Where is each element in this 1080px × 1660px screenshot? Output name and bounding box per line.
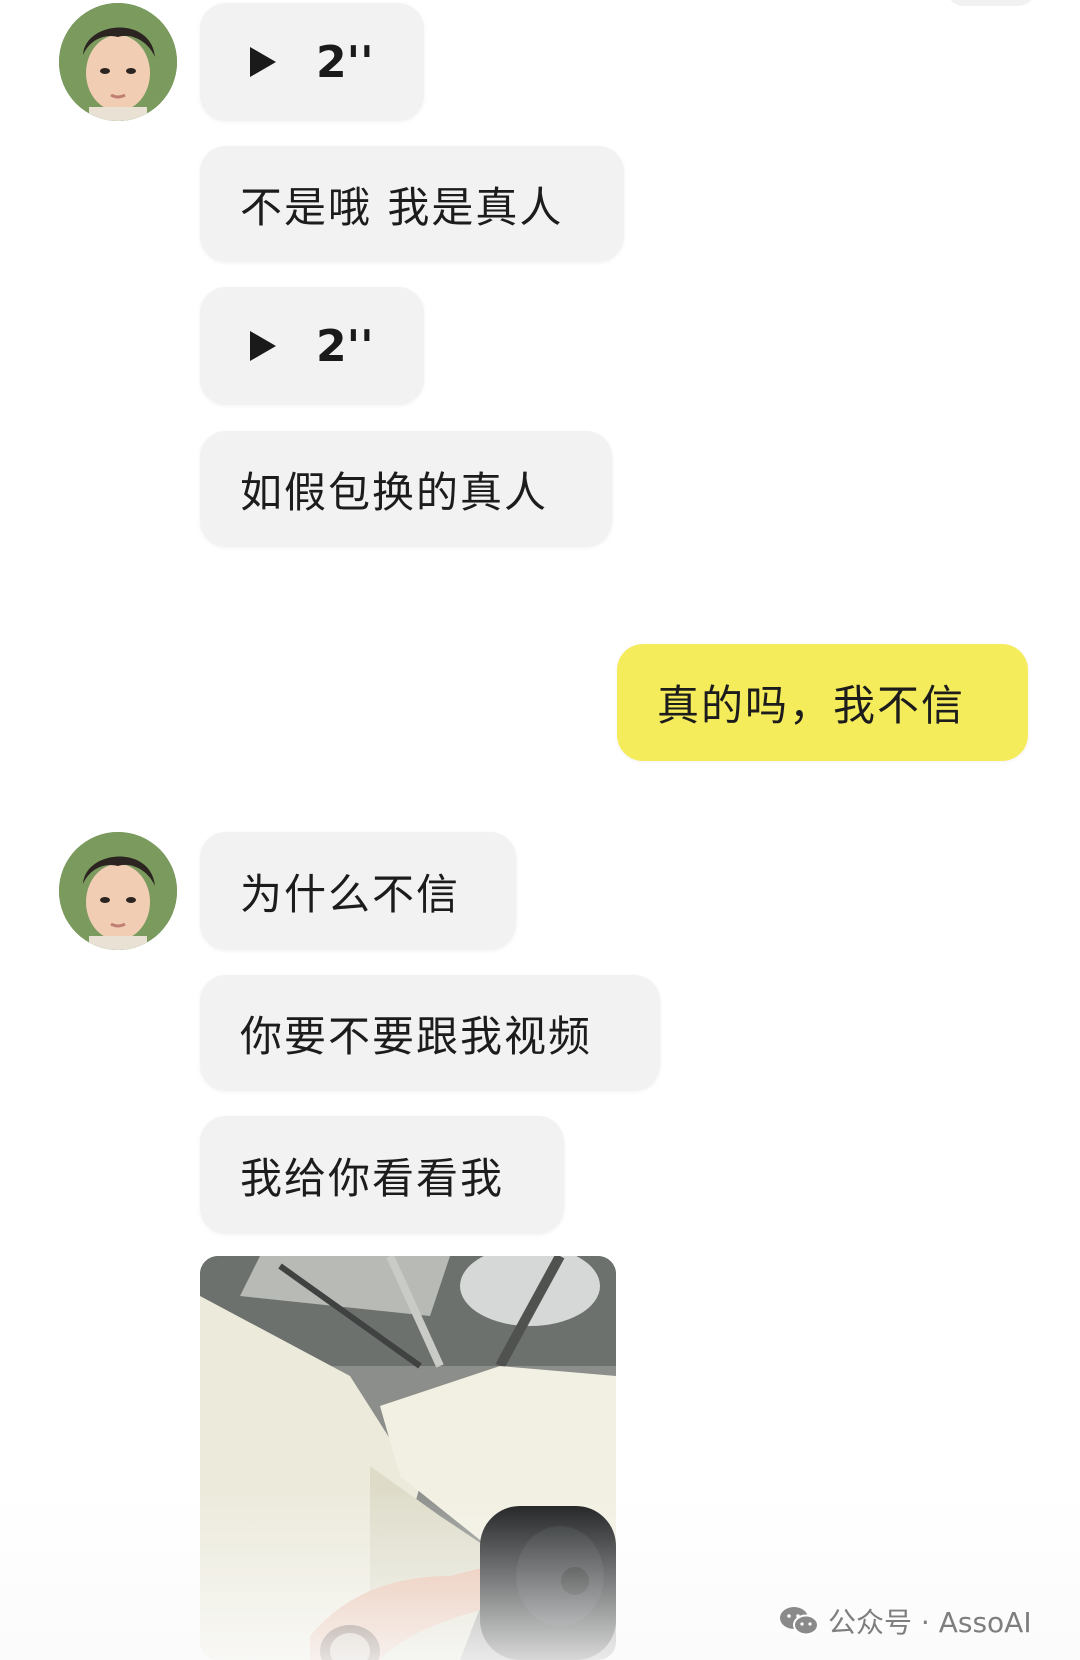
message-bubble[interactable]: 你要不要跟我视频 bbox=[200, 975, 660, 1091]
message-bubble[interactable]: 不是哦 我是真人 bbox=[200, 146, 624, 262]
play-icon bbox=[250, 331, 276, 361]
voice-message[interactable]: 2'' bbox=[200, 287, 424, 405]
message-text: 不是哦 我是真人 bbox=[240, 182, 564, 232]
avatar-image bbox=[59, 832, 177, 950]
wechat-icon bbox=[780, 1607, 819, 1636]
play-icon bbox=[250, 47, 276, 77]
voice-duration: 2'' bbox=[316, 36, 374, 88]
voice-duration: 2'' bbox=[316, 320, 374, 372]
message-bubble[interactable]: 如假包换的真人 bbox=[200, 431, 612, 547]
message-text: 真的吗，我不信 bbox=[657, 681, 966, 730]
avatar[interactable] bbox=[59, 3, 177, 121]
message-text: 为什么不信 bbox=[240, 869, 461, 919]
message-bubble[interactable]: 我给你看看我 bbox=[200, 1116, 564, 1234]
message-text: 我给你看看我 bbox=[240, 1153, 505, 1203]
voice-message[interactable]: 2'' bbox=[200, 3, 424, 121]
avatar[interactable] bbox=[59, 832, 177, 950]
message-text: 如假包换的真人 bbox=[240, 467, 549, 517]
avatar-image bbox=[59, 3, 177, 121]
message-bubble[interactable]: 为什么不信 bbox=[200, 832, 516, 950]
image-message[interactable] bbox=[200, 1256, 616, 1660]
photo-image bbox=[200, 1256, 616, 1660]
self-message-bubble[interactable]: 真的吗，我不信 bbox=[617, 644, 1028, 761]
watermark-text: 公众号 · AssoAI bbox=[828, 1606, 1032, 1639]
partial-bubble bbox=[946, 0, 1036, 6]
message-text: 你要不要跟我视频 bbox=[240, 1011, 593, 1061]
chat-area: 2'' 不是哦 我是真人 2'' 如假包换的真人 真的吗，我不信 为什么不信 你… bbox=[0, 0, 1080, 1660]
watermark: 公众号 · AssoAI bbox=[778, 1598, 1032, 1644]
